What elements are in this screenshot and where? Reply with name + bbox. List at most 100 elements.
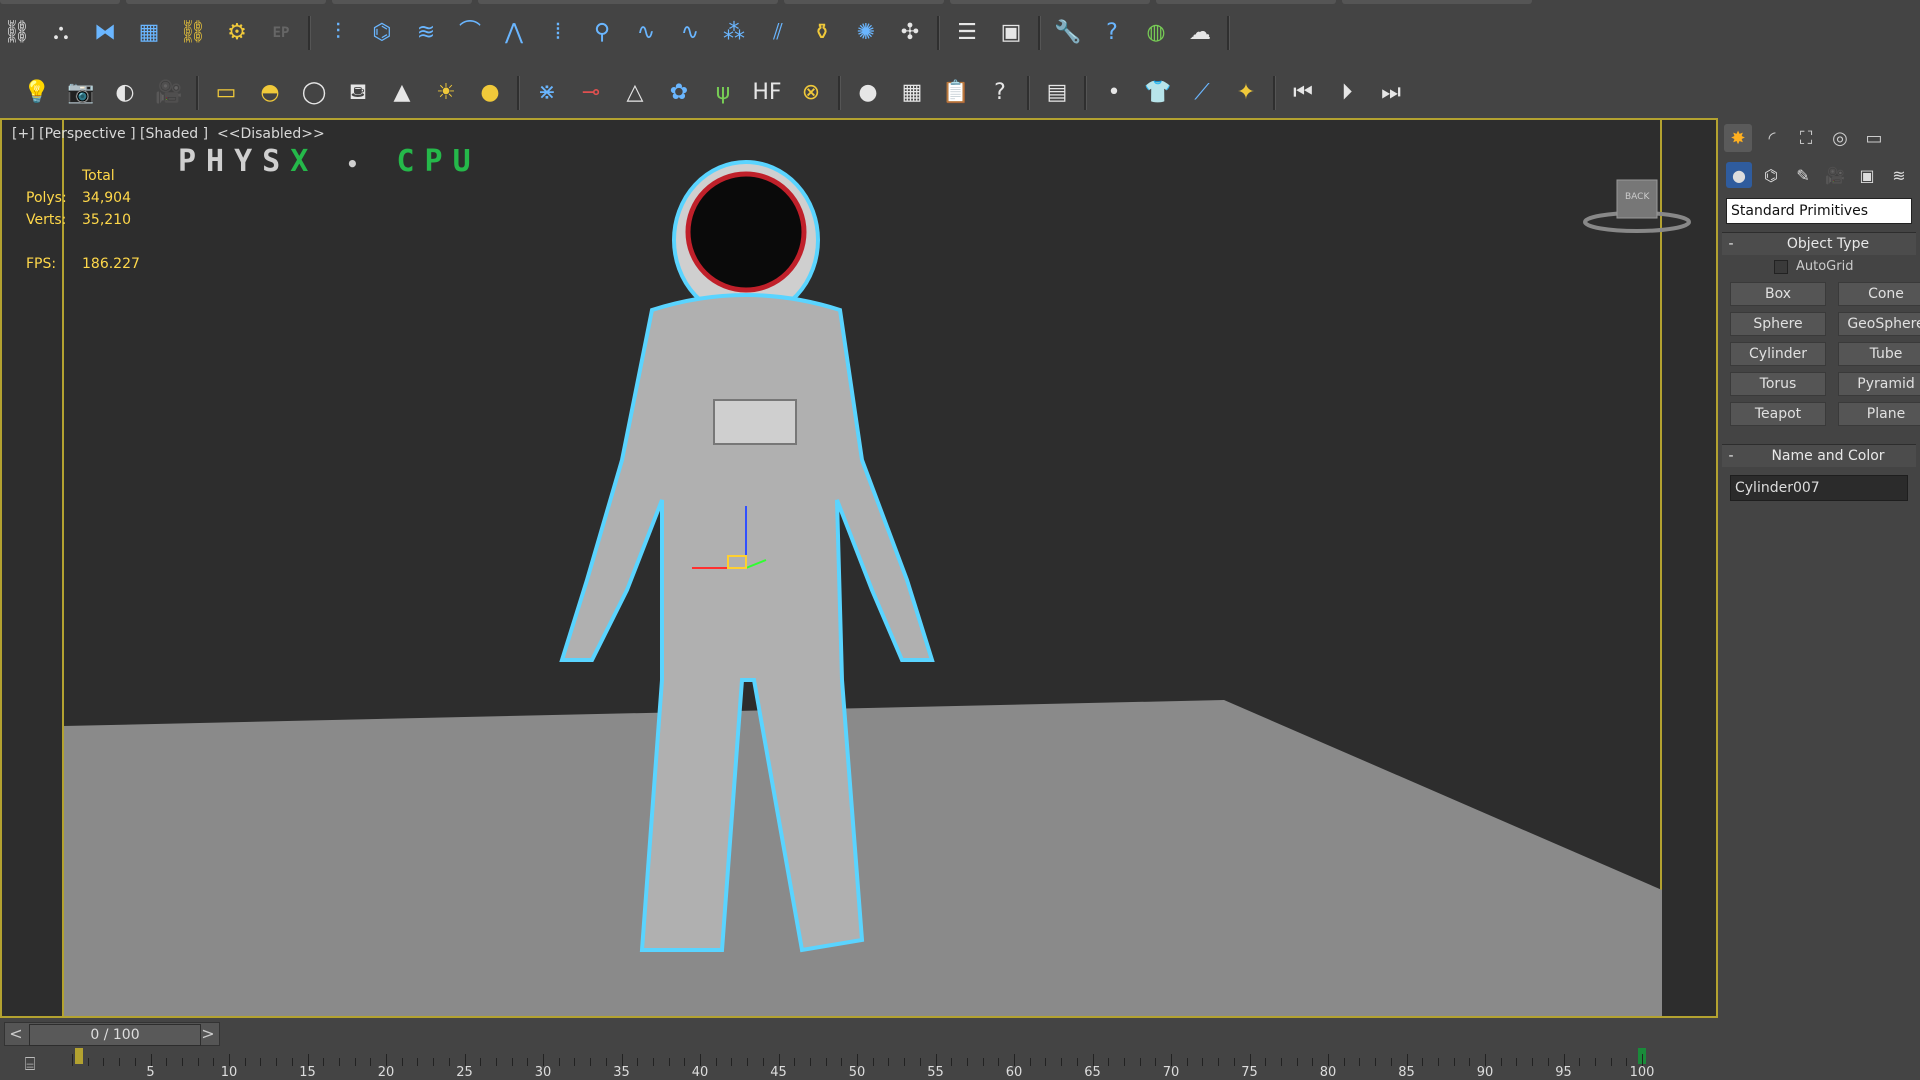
track-bar-ruler[interactable]: 5 10 15 20 25 30 35 40 45 50 55 60 65 70 75 80 85 90 95 100 (72, 1048, 1720, 1080)
create-tab-icon[interactable]: ✸ (1724, 124, 1752, 152)
toolbar-separator (196, 76, 199, 110)
time-slider[interactable]: < 0 / 100 > (4, 1022, 220, 1046)
box-mesh-icon[interactable]: ▦ (132, 16, 166, 50)
hair-wave-icon[interactable]: ∿ (629, 16, 663, 50)
hair-strands-icon[interactable]: ⦙ (541, 16, 575, 50)
gold-sphere-icon[interactable]: ● (473, 76, 507, 110)
spacewarps-subtab-icon[interactable]: ≋ (1886, 162, 1912, 188)
unlink-icon[interactable]: ⛬ (44, 16, 78, 50)
grass-icon[interactable]: ψ (706, 76, 740, 110)
display-tab-icon[interactable]: ▭ (1860, 124, 1888, 152)
hierarchy-tab-icon[interactable]: ⛶ (1792, 124, 1820, 152)
bottle-icon[interactable]: ⚱ (805, 16, 839, 50)
teapot-button[interactable]: Teapot (1730, 402, 1826, 426)
hair-clump-icon[interactable]: ⁂ (717, 16, 751, 50)
select-link-icon[interactable]: ⛓ (0, 16, 34, 50)
timeline-tick (1547, 1058, 1549, 1066)
sound-icon[interactable]: ◐ (108, 76, 142, 110)
tube-button[interactable]: Tube (1838, 342, 1920, 366)
shaded-sphere-icon[interactable]: ● (851, 76, 885, 110)
pyramid-button[interactable]: Pyramid (1838, 372, 1920, 396)
dome-icon[interactable]: ◓ (253, 76, 287, 110)
tshirt-icon[interactable]: 👕 (1141, 76, 1175, 110)
collapse-minus[interactable]: - (1722, 236, 1740, 252)
autogrid-option[interactable]: AutoGrid (1722, 255, 1916, 278)
viewcube[interactable]: BACK (1582, 170, 1692, 240)
mirror-icon[interactable]: ⧓ (88, 16, 122, 50)
autogrid-checkbox[interactable] (1774, 259, 1788, 274)
play-back-icon[interactable]: ⏮ (1286, 76, 1320, 110)
wrench-icon[interactable]: 🔧 (1051, 16, 1085, 50)
play-forward-icon[interactable]: ⏭ (1374, 76, 1408, 110)
material-grid-icon[interactable]: ▦ (895, 76, 929, 110)
emitter-icon[interactable]: ✺ (849, 16, 883, 50)
geosphere-button[interactable]: GeoSphere (1838, 312, 1920, 336)
ep-label-icon[interactable]: EP (264, 16, 298, 50)
tube-tool-icon[interactable]: ⟋ (1185, 76, 1219, 110)
geo-blob-icon[interactable]: ✿ (662, 76, 696, 110)
object-type-header[interactable]: - Object Type (1722, 233, 1916, 255)
render-frame-icon[interactable]: ▤ (1040, 76, 1074, 110)
timeline-tick (1516, 1058, 1518, 1066)
sun-icon[interactable]: ☀ (429, 76, 463, 110)
ox-icon[interactable]: ⊗ (794, 76, 828, 110)
name-and-color-header[interactable]: - Name and Color (1722, 445, 1916, 467)
link-tool-icon[interactable]: ⛓ (176, 16, 210, 50)
object-category-dropdown[interactable]: Standard Primitives (1726, 198, 1912, 224)
hair-wave2-icon[interactable]: ∿ (673, 16, 707, 50)
time-slider-thumb[interactable]: 0 / 100 (29, 1024, 201, 1046)
lattice-icon[interactable]: ⋇ (530, 76, 564, 110)
hair-arch-icon[interactable]: ⌒ (453, 16, 487, 50)
cylinder-button[interactable]: Cylinder (1730, 342, 1826, 366)
shapes-subtab-icon[interactable]: ⌬ (1758, 162, 1784, 188)
bones-icon[interactable]: ⊸ (574, 76, 608, 110)
help-icon[interactable]: ? (1095, 16, 1129, 50)
cloud-icon[interactable]: ☁ (1183, 16, 1217, 50)
modify-tab-icon[interactable]: ◜ (1758, 124, 1786, 152)
prev-frame-button[interactable]: < (5, 1023, 27, 1045)
hair-curl-icon[interactable]: ≋ (409, 16, 443, 50)
cone-button[interactable]: Cone (1838, 282, 1920, 306)
hair-comb-icon[interactable]: ⫶ (321, 16, 355, 50)
lights-subtab-icon[interactable]: ✎ (1790, 162, 1816, 188)
key-mode-icon[interactable]: ⌸ (14, 1052, 46, 1076)
collapse-minus[interactable]: - (1722, 448, 1740, 464)
hair-twist-icon[interactable]: ⌬ (365, 16, 399, 50)
cone-object-icon[interactable]: ▲ (385, 76, 419, 110)
play-icon[interactable]: ⏵ (1330, 76, 1364, 110)
cameras-subtab-icon[interactable]: 🎥 (1822, 162, 1848, 188)
gear-icon[interactable]: ⚙ (220, 16, 254, 50)
question-icon[interactable]: ? (983, 76, 1017, 110)
camera-icon[interactable]: 📷 (64, 76, 98, 110)
plane-object-icon[interactable]: ▭ (209, 76, 243, 110)
hair-brush-icon[interactable]: ⫽ (761, 16, 795, 50)
script-icon[interactable]: ☰ (950, 16, 984, 50)
torus-button[interactable]: Torus (1730, 372, 1826, 396)
geometry-subtab-icon[interactable]: ● (1726, 162, 1752, 188)
small-sphere-icon[interactable]: • (1097, 76, 1131, 110)
light-pin-icon[interactable]: ⚲ (585, 16, 619, 50)
hf-icon[interactable]: HF (750, 76, 784, 110)
pyramid-wire-icon[interactable]: △ (618, 76, 652, 110)
basket-icon[interactable]: ⛾ (341, 76, 375, 110)
lights-icon[interactable]: 💡 (20, 76, 54, 110)
render-setup-icon[interactable]: ▣ (994, 16, 1028, 50)
scene-render[interactable] (2, 120, 1716, 1016)
timeline-label: 90 (1476, 1065, 1494, 1080)
sphere-button[interactable]: Sphere (1730, 312, 1826, 336)
helpers-subtab-icon[interactable]: ▣ (1854, 162, 1880, 188)
fan-icon[interactable]: ✣ (893, 16, 927, 50)
box-button[interactable]: Box (1730, 282, 1826, 306)
perspective-viewport[interactable]: [+] [Perspective ] [Shaded ] <<Disabled>… (0, 118, 1718, 1018)
sphere-object-icon[interactable]: ◯ (297, 76, 331, 110)
hair-spike-icon[interactable]: ⋀ (497, 16, 531, 50)
timeline-tick (1108, 1058, 1110, 1066)
globe-icon[interactable]: ◍ (1139, 16, 1173, 50)
motion-tab-icon[interactable]: ◎ (1826, 124, 1854, 152)
object-name-input[interactable]: Cylinder007 (1730, 475, 1908, 501)
plane-button[interactable]: Plane (1838, 402, 1920, 426)
clipboard-icon[interactable]: 📋 (939, 76, 973, 110)
magic-wand-icon[interactable]: ✦ (1229, 76, 1263, 110)
next-frame-button[interactable]: > (197, 1023, 219, 1045)
video-camera-icon[interactable]: 🎥 (152, 76, 186, 110)
